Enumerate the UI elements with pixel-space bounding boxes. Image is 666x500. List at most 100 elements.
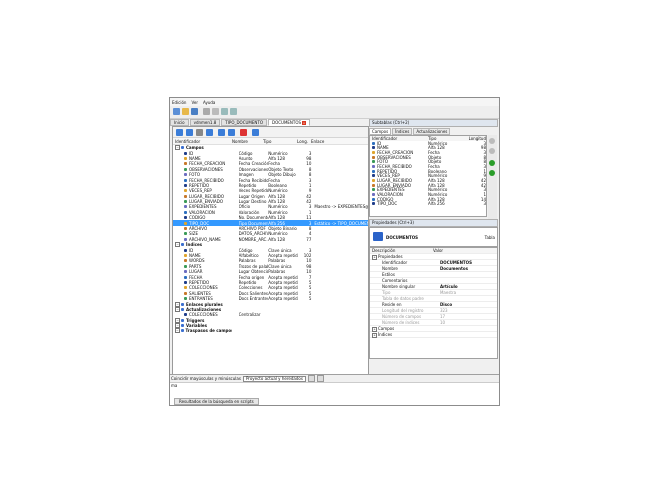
tab-inicio[interactable]: Inicio xyxy=(170,119,189,126)
field-type-icon xyxy=(184,313,187,317)
close-icon[interactable]: x xyxy=(302,121,307,125)
search-input[interactable]: ma xyxy=(170,383,499,389)
expand-icon[interactable]: − xyxy=(175,323,180,329)
field-name: Repetido xyxy=(238,182,257,188)
field-length: 7 xyxy=(308,274,312,280)
menu-ver[interactable]: Ver xyxy=(191,100,198,105)
field-type: Palabras xyxy=(268,258,286,264)
property-name: + Propiedades xyxy=(370,254,433,260)
expand-icon[interactable]: + xyxy=(372,254,377,260)
expand-icon[interactable]: + xyxy=(372,332,377,338)
property-name: Identificador xyxy=(382,260,408,265)
scope-select[interactable]: Proyecto actual y heredados xyxy=(242,375,306,382)
field-identifier: ID xyxy=(189,150,194,156)
index-icon[interactable] xyxy=(206,129,213,136)
field-length: 3 xyxy=(308,247,312,253)
field-type-icon xyxy=(372,169,375,173)
folder-icon xyxy=(181,307,184,311)
table-icon[interactable] xyxy=(176,129,183,136)
field-type-icon xyxy=(184,173,187,177)
key-icon[interactable] xyxy=(196,129,203,136)
field-type-icon xyxy=(372,183,375,187)
field-type: Numérico xyxy=(268,231,288,237)
field-identifier: EXPEDIENTES xyxy=(189,204,217,210)
subtab-indices[interactable]: Índices xyxy=(392,128,413,135)
field-type-icon xyxy=(184,275,187,279)
move-down-icon[interactable] xyxy=(489,148,495,154)
filter-icon[interactable] xyxy=(316,375,324,382)
field-name: Lugar Destino xyxy=(238,199,267,205)
tab-documentos[interactable]: DOCUMENTOS x xyxy=(268,119,311,126)
field-length: 9 xyxy=(308,188,312,194)
properties-icon[interactable] xyxy=(252,129,259,136)
section-label: Campos xyxy=(378,325,395,331)
field-identifier: FECHA_RECIBIDO xyxy=(189,177,224,183)
accept-icon[interactable] xyxy=(489,170,495,176)
property-value[interactable]: DOCUMENTOS xyxy=(440,260,497,265)
field-type-icon xyxy=(184,200,187,204)
field-identifier: SIZE xyxy=(189,231,198,237)
expand-icon[interactable]: − xyxy=(175,317,180,323)
subtable-type: Alfa 256 xyxy=(428,201,445,207)
field-identifier: REPETIDO xyxy=(189,182,210,188)
menu-edicion[interactable]: Edición xyxy=(172,100,186,105)
expand-icon[interactable]: − xyxy=(175,301,180,307)
property-value[interactable]: Disco xyxy=(440,302,497,307)
save-icon[interactable] xyxy=(191,108,198,115)
search-button-icon[interactable] xyxy=(307,375,315,382)
tab-tipo-documento[interactable]: TIPO_DOCUMENTO xyxy=(221,119,267,126)
property-name: Número de campos xyxy=(382,314,422,319)
field-type: Acepta repetidas xyxy=(268,279,298,285)
field-name: Lugar Origen xyxy=(238,193,265,199)
tab-vdnmen[interactable]: vdnmen1.8 xyxy=(189,119,221,126)
fields-toolbar xyxy=(173,127,368,138)
expand-icon[interactable]: − xyxy=(175,242,180,248)
property-value[interactable]: Artículo xyxy=(440,284,497,289)
match-case-label[interactable]: Coincidir mayúsculas y minúsculas xyxy=(171,376,241,381)
copy-icon[interactable] xyxy=(212,108,219,115)
table-icon xyxy=(373,232,383,241)
property-section[interactable]: + Índices xyxy=(370,332,497,338)
search-results-tab[interactable]: Resultados de la búsqueda en scripts xyxy=(174,398,259,405)
field-identifier: VECES_REP xyxy=(189,188,212,194)
property-value: 10 xyxy=(439,320,446,325)
open-icon[interactable] xyxy=(182,108,189,115)
link-icon[interactable] xyxy=(218,129,225,136)
undo-icon[interactable] xyxy=(221,108,228,115)
update-icon[interactable] xyxy=(228,129,235,136)
delete-icon[interactable] xyxy=(240,129,247,136)
cut-icon[interactable] xyxy=(203,108,210,115)
list-item[interactable]: TIPO_DOC Alfa 256 3 xyxy=(370,201,486,207)
expand-icon[interactable]: − xyxy=(175,306,180,312)
field-name: Oficio xyxy=(238,204,251,210)
right-panels: Subtablas (Ctrl+2) Campos Índices Actual… xyxy=(369,119,498,373)
object-name: DOCUMENTOS xyxy=(386,235,418,240)
field-identifier: LUGAR_RECIBIDO xyxy=(189,193,225,199)
field-type-icon xyxy=(184,151,187,155)
field-icon[interactable] xyxy=(186,129,193,136)
redo-icon[interactable] xyxy=(230,108,237,115)
new-icon[interactable] xyxy=(173,108,180,115)
field-identifier: NAME xyxy=(189,155,201,161)
table-row[interactable]: TIPO_DOC Tipo Documento Alfa 256 3 Estático … xyxy=(173,220,368,226)
field-name: Veces Repetido xyxy=(238,188,269,194)
field-length: 102 xyxy=(303,253,312,258)
menu-ayuda[interactable]: Ayuda xyxy=(203,100,215,105)
field-length: 10 xyxy=(306,161,312,167)
field-type: Acepta repetidas xyxy=(268,285,298,291)
subtab-campos[interactable]: Campos xyxy=(369,128,392,135)
move-up-icon[interactable] xyxy=(489,138,495,144)
property-value[interactable]: Documentos xyxy=(440,266,497,271)
field-length: 3 xyxy=(308,150,312,156)
add-icon[interactable] xyxy=(489,160,495,166)
subtab-actualizaciones[interactable]: Actualizaciones xyxy=(413,128,451,135)
field-name: Alfabético xyxy=(238,253,259,258)
expand-icon[interactable]: − xyxy=(175,328,180,334)
table-row[interactable]: EXPEDIENTES Oficio Numérico 3 Maestro -> EXP… xyxy=(173,204,368,209)
property-name: Reside en xyxy=(382,302,402,307)
tree-group[interactable]: − Traspasos de campos xyxy=(173,328,368,334)
field-name: No. Documento xyxy=(238,215,269,221)
property-name: + Índices xyxy=(370,332,433,338)
expand-icon[interactable]: − xyxy=(175,145,180,151)
field-length: 5 xyxy=(308,290,312,296)
